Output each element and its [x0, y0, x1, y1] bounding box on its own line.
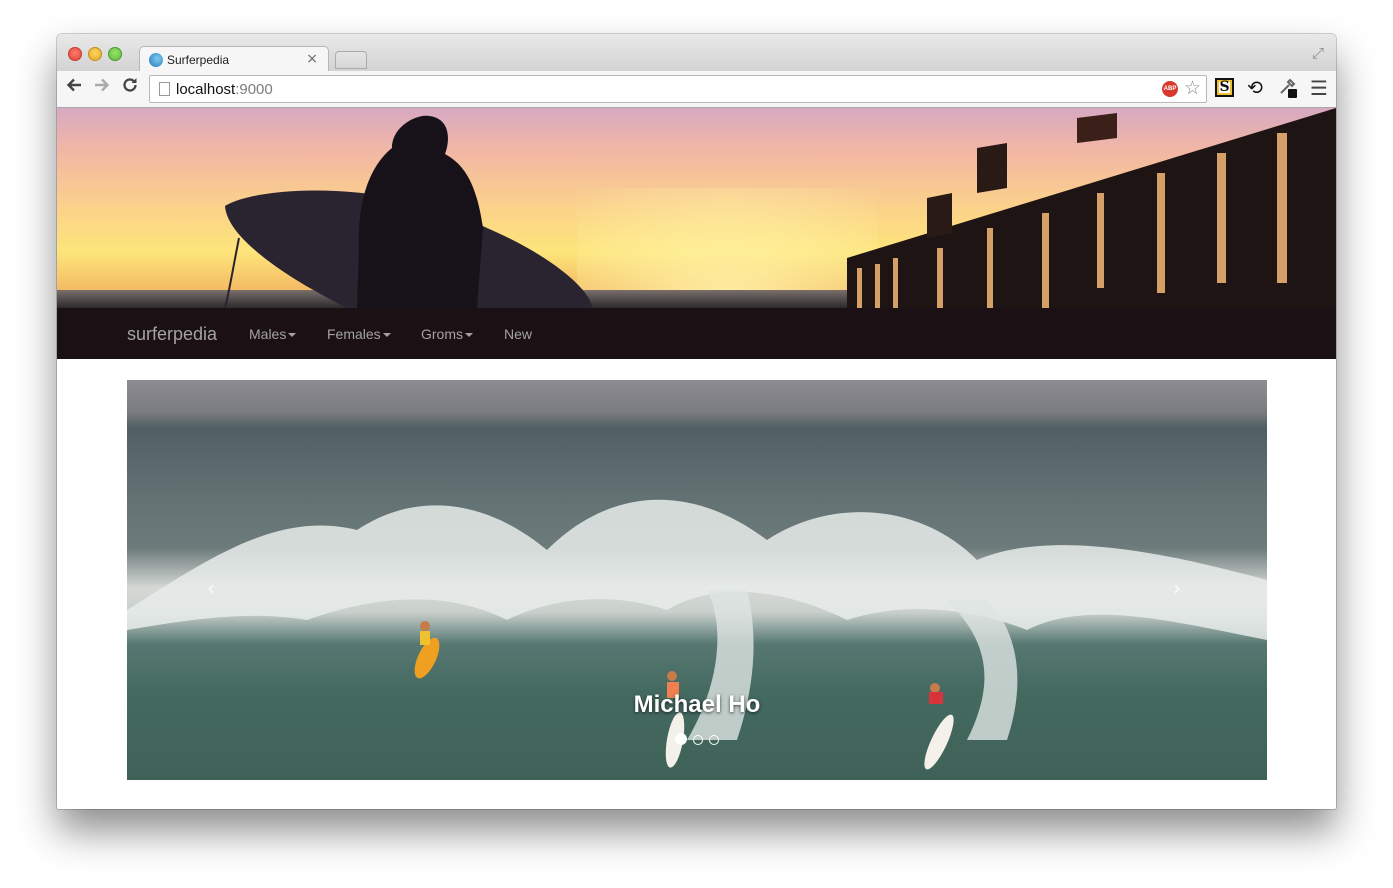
star-icon[interactable]: ☆ — [1184, 77, 1201, 99]
tab-title: Surferpedia — [167, 53, 230, 67]
carousel-caption: Michael Ho — [633, 691, 761, 718]
browser-toolbar: localhost:9000 ABP ☆ S ⟲ ☰ — [57, 71, 1336, 108]
tab-strip: Surferpedia × ⤢ — [57, 34, 1336, 72]
tab-close-icon[interactable]: × — [306, 51, 318, 67]
hamburger-menu-icon[interactable]: ☰ — [1310, 76, 1328, 100]
url-host: localhost — [176, 81, 236, 98]
carousel-indicator-2[interactable] — [693, 735, 703, 745]
url-port: :9000 — [235, 81, 273, 98]
caret-down-icon — [382, 333, 391, 338]
new-tab-button[interactable] — [335, 51, 367, 69]
nav-females-dropdown[interactable]: Females — [327, 326, 391, 342]
site-brand-link[interactable]: surferpedia — [127, 324, 217, 345]
url-text[interactable]: localhost:9000 — [176, 81, 273, 98]
nav-males-dropdown[interactable]: Males — [249, 326, 297, 342]
eyedropper-badge — [1288, 89, 1297, 98]
fullscreen-icon[interactable]: ⤢ — [1312, 44, 1324, 62]
wave-surfers-image — [127, 499, 1267, 770]
adblock-icon[interactable]: ABP — [1162, 81, 1178, 97]
tab-surferpedia[interactable]: Surferpedia × — [139, 46, 329, 72]
nav-males-label: Males — [249, 326, 287, 342]
nav-new-label: New — [504, 326, 533, 342]
nav-new-link[interactable]: New — [504, 326, 532, 342]
nav-groms-label: Groms — [421, 326, 463, 342]
carousel-indicator-1[interactable] — [675, 733, 687, 745]
carousel-prev-button[interactable]: ‹ — [207, 576, 215, 600]
caret-down-icon — [288, 333, 297, 338]
eyedropper-icon[interactable] — [1278, 76, 1298, 101]
minimize-window-button[interactable] — [88, 47, 102, 61]
page-content: surferpedia Males Females Groms New ‹ › … — [57, 108, 1336, 809]
address-bar[interactable]: localhost:9000 ABP ☆ — [149, 75, 1207, 103]
surfer-pier-silhouette — [224, 108, 1336, 308]
arrow-right-icon — [95, 78, 110, 92]
site-navbar: surferpedia Males Females Groms New — [57, 308, 1336, 359]
carousel-indicators — [127, 733, 1267, 745]
arrow-left-icon — [66, 78, 81, 92]
carousel-indicator-3[interactable] — [709, 735, 719, 745]
browser-window: Surferpedia × ⤢ localhost:9000 ABP ☆ S ⟲… — [57, 34, 1336, 809]
nav-females-label: Females — [327, 326, 381, 342]
page-icon — [159, 82, 170, 96]
close-window-button[interactable] — [68, 47, 82, 61]
extension-s-icon[interactable]: S — [1215, 78, 1234, 97]
wave-favicon-icon — [149, 53, 163, 67]
surfer-carousel: ‹ › Michael Ho — [127, 380, 1267, 780]
nav-groms-dropdown[interactable]: Groms — [421, 326, 473, 342]
header-banner-image — [57, 108, 1336, 308]
caret-down-icon — [465, 333, 473, 338]
zoom-window-button[interactable] — [108, 47, 122, 61]
sync-icon[interactable]: ⟲ — [1247, 77, 1263, 99]
back-button[interactable] — [62, 76, 86, 100]
forward-button[interactable] — [90, 76, 114, 100]
reload-button[interactable] — [118, 76, 142, 100]
reload-icon — [123, 78, 137, 92]
carousel-next-button[interactable]: › — [1173, 576, 1181, 600]
